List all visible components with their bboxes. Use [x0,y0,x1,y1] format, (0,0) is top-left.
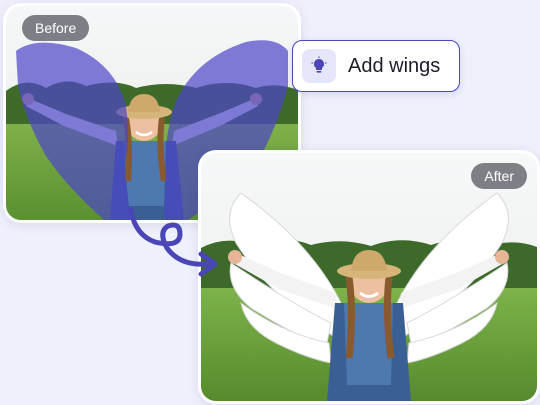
add-wings-prompt-chip[interactable]: Add wings [292,40,460,92]
after-photo [201,153,537,401]
before-badge: Before [22,15,90,41]
add-wings-label: Add wings [348,54,441,77]
after-image-card: After [198,150,540,404]
curly-arrow-icon [128,207,218,277]
lightbulb-icon [302,49,336,83]
after-badge: After [471,163,527,189]
